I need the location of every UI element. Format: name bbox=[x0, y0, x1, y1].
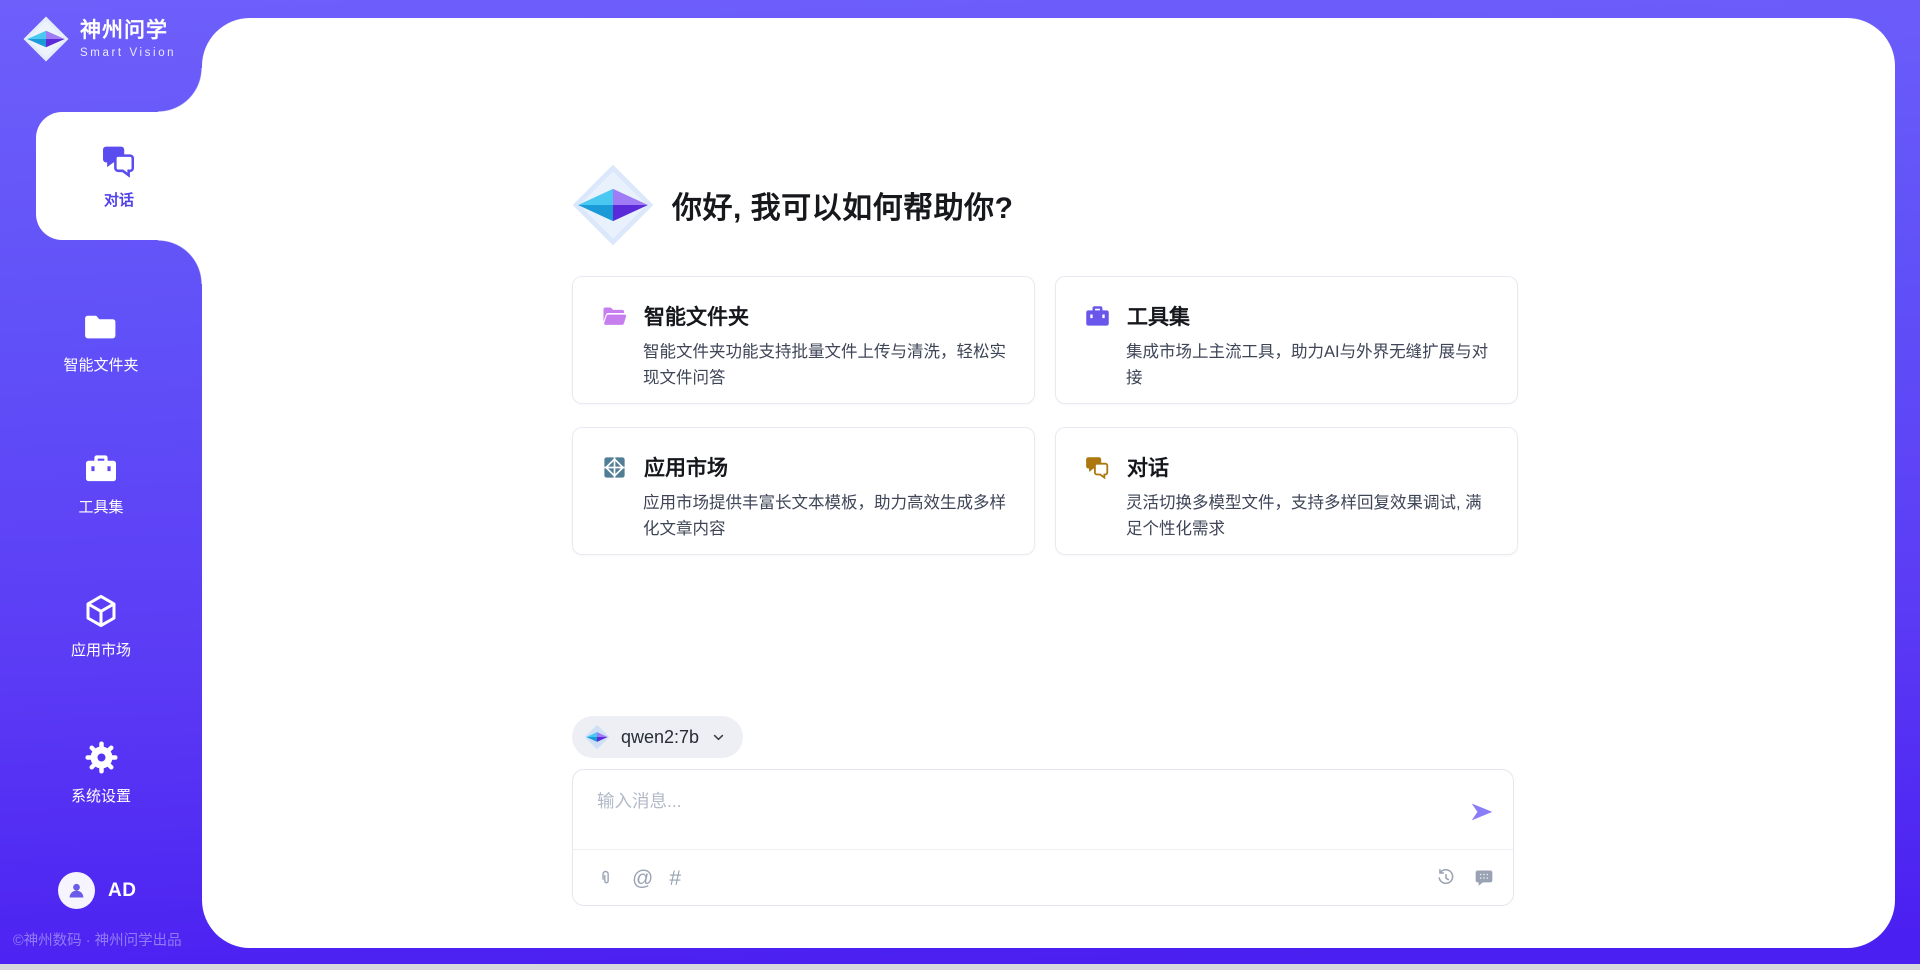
sidebar-item-smart-folder[interactable]: 智能文件夹 bbox=[0, 296, 202, 388]
mention-button[interactable]: @ bbox=[632, 868, 653, 889]
card-description: 应用市场提供丰富长文本模板，助力高效生成多样化文章内容 bbox=[643, 490, 1008, 543]
composer-toolbar: @ # bbox=[595, 850, 1495, 906]
hash-icon: # bbox=[669, 868, 681, 889]
history-icon bbox=[1435, 867, 1457, 889]
model-logo-icon bbox=[584, 724, 610, 750]
toolbox-icon bbox=[1084, 303, 1111, 330]
card-head: 对话 bbox=[1084, 452, 1491, 482]
greeting-block: 你好, 我可以如何帮助你? bbox=[570, 161, 1014, 249]
chevron-down-icon bbox=[710, 729, 727, 746]
greeting-title: 你好, 我可以如何帮助你? bbox=[672, 183, 1014, 227]
chat-icon bbox=[1084, 454, 1111, 481]
folder-open-icon bbox=[601, 303, 628, 330]
send-icon bbox=[1469, 800, 1495, 826]
card-title: 智能文件夹 bbox=[644, 301, 749, 331]
folder-icon bbox=[83, 309, 119, 345]
card-smart-folder[interactable]: 智能文件夹 智能文件夹功能支持批量文件上传与清洗，轻松实现文件问答 bbox=[572, 276, 1035, 404]
gear-icon bbox=[83, 739, 120, 776]
sidebar-item-app-market[interactable]: 应用市场 bbox=[0, 580, 202, 672]
card-head: 智能文件夹 bbox=[601, 301, 1008, 331]
card-head: 工具集 bbox=[1084, 301, 1491, 331]
model-selector[interactable]: qwen2:7b bbox=[572, 716, 743, 758]
copyright-footer: ©神州数码 · 神州问学出品 bbox=[13, 929, 182, 950]
assistant-logo-icon bbox=[570, 162, 656, 248]
sidebar-item-label: 对话 bbox=[104, 189, 134, 210]
user-avatar-icon bbox=[58, 872, 95, 909]
message-composer: @ # bbox=[572, 769, 1514, 906]
feature-cards: 智能文件夹 智能文件夹功能支持批量文件上传与清洗，轻松实现文件问答 工具集 集成… bbox=[572, 276, 1518, 555]
card-description: 集成市场上主流工具，助力AI与外界无缝扩展与对接 bbox=[1126, 339, 1491, 392]
comment-icon bbox=[1473, 867, 1495, 889]
paperclip-icon bbox=[595, 868, 616, 889]
main-content-panel: 你好, 我可以如何帮助你? 智能文件夹 智能文件夹功能支持批量文件上传与清洗，轻… bbox=[202, 18, 1895, 948]
message-input[interactable] bbox=[595, 786, 1449, 842]
user-profile[interactable]: AD bbox=[58, 872, 136, 909]
apps-grid-icon bbox=[601, 454, 628, 481]
toolbox-icon bbox=[83, 451, 119, 487]
attach-file-button[interactable] bbox=[595, 868, 616, 889]
new-conversation-button[interactable] bbox=[1473, 867, 1495, 889]
model-name: qwen2:7b bbox=[621, 727, 699, 748]
chat-icon bbox=[100, 142, 138, 180]
brand-logo: 神州问学 Smart Vision bbox=[22, 15, 176, 63]
card-head: 应用市场 bbox=[601, 452, 1008, 482]
history-button[interactable] bbox=[1435, 867, 1457, 889]
send-button[interactable] bbox=[1469, 800, 1495, 826]
sidebar: 神州问学 Smart Vision 对话 智能文件夹 工具集 bbox=[0, 0, 202, 970]
topic-button[interactable]: # bbox=[669, 868, 681, 889]
card-app-market[interactable]: 应用市场 应用市场提供丰富长文本模板，助力高效生成多样化文章内容 bbox=[572, 427, 1035, 555]
card-title: 工具集 bbox=[1127, 301, 1190, 331]
card-title: 应用市场 bbox=[644, 452, 728, 482]
sidebar-item-toolbox[interactable]: 工具集 bbox=[0, 438, 202, 530]
brand-diamond-icon bbox=[22, 15, 70, 63]
sidebar-item-label: 智能文件夹 bbox=[63, 354, 138, 375]
card-description: 灵活切换多模型文件，支持多样回复效果调试, 满足个性化需求 bbox=[1126, 490, 1491, 543]
at-icon: @ bbox=[632, 868, 653, 889]
sidebar-item-label: 应用市场 bbox=[71, 639, 131, 660]
cube-icon bbox=[82, 592, 120, 630]
sidebar-item-chat[interactable]: 对话 bbox=[36, 112, 202, 240]
user-name: AD bbox=[108, 880, 136, 902]
card-chat[interactable]: 对话 灵活切换多模型文件，支持多样回复效果调试, 满足个性化需求 bbox=[1055, 427, 1518, 555]
sidebar-item-label: 系统设置 bbox=[71, 785, 131, 806]
screen-bottom-edge bbox=[0, 964, 1920, 970]
brand-subtitle: Smart Vision bbox=[80, 47, 176, 59]
sidebar-item-label: 工具集 bbox=[78, 496, 123, 517]
sidebar-item-settings[interactable]: 系统设置 bbox=[0, 726, 202, 818]
card-title: 对话 bbox=[1127, 452, 1169, 482]
card-description: 智能文件夹功能支持批量文件上传与清洗，轻松实现文件问答 bbox=[643, 339, 1008, 392]
brand-name: 神州问学 bbox=[80, 19, 176, 43]
card-toolbox[interactable]: 工具集 集成市场上主流工具，助力AI与外界无缝扩展与对接 bbox=[1055, 276, 1518, 404]
